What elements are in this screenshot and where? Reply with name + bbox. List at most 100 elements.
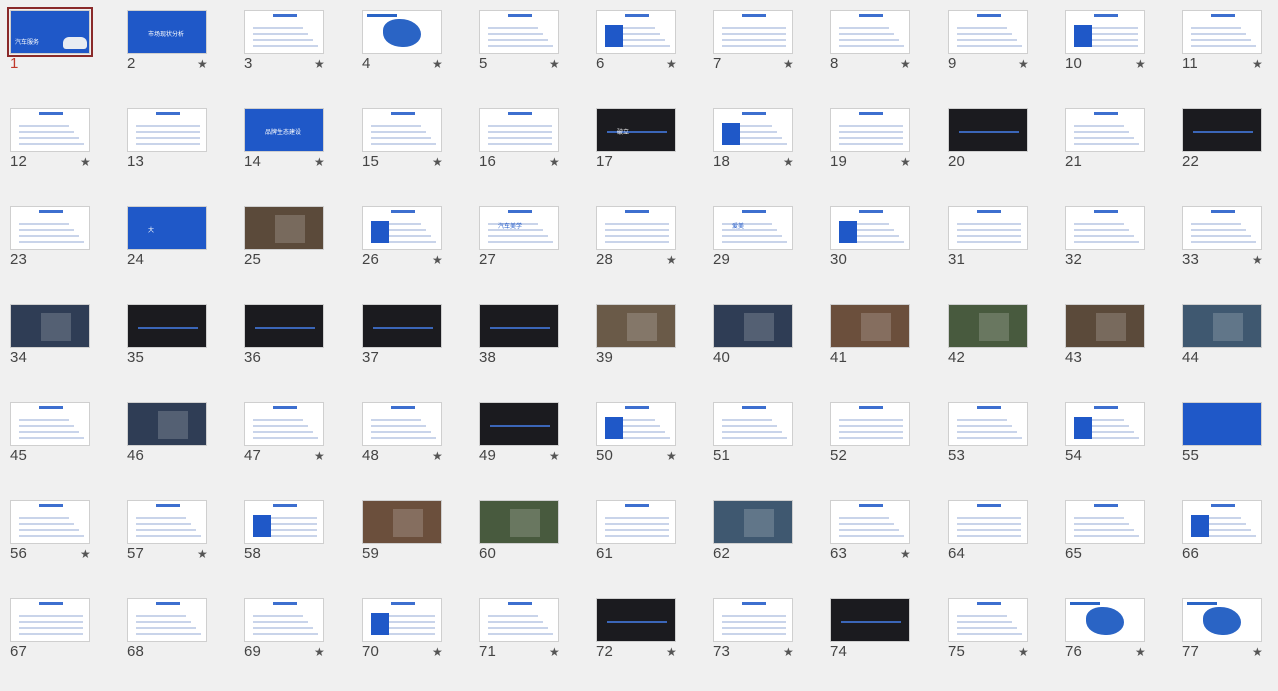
slide-preview[interactable]: [362, 304, 442, 348]
slide-thumbnail[interactable]: 48 ★: [352, 392, 469, 490]
slide-preview[interactable]: [1182, 598, 1262, 642]
slide-thumbnail[interactable]: 26 ★: [352, 196, 469, 294]
slide-preview[interactable]: [244, 598, 324, 642]
slide-thumbnail[interactable]: 51: [703, 392, 820, 490]
slide-thumbnail[interactable]: 56 ★: [0, 490, 117, 588]
slide-preview[interactable]: [1182, 108, 1262, 152]
slide-thumbnail[interactable]: 76 ★: [1055, 588, 1172, 686]
slide-preview[interactable]: [948, 304, 1028, 348]
slide-preview[interactable]: [244, 10, 324, 54]
slide-thumbnail[interactable]: 50 ★: [586, 392, 703, 490]
slide-thumbnail[interactable]: 41: [820, 294, 937, 392]
star-icon[interactable]: ★: [900, 58, 911, 70]
slide-preview[interactable]: [362, 402, 442, 446]
slide-preview[interactable]: [479, 108, 559, 152]
slide-preview[interactable]: 破立: [596, 108, 676, 152]
slide-thumbnail[interactable]: 32: [1055, 196, 1172, 294]
slide-thumbnail[interactable]: 汽车服务 1: [0, 0, 117, 98]
slide-preview[interactable]: 市场现状分析: [127, 10, 207, 54]
star-icon[interactable]: ★: [783, 646, 794, 658]
slide-preview[interactable]: [1065, 598, 1145, 642]
star-icon[interactable]: ★: [80, 156, 91, 168]
slide-thumbnail[interactable]: 73 ★: [703, 588, 820, 686]
slide-thumbnail[interactable]: 39: [586, 294, 703, 392]
slide-preview[interactable]: [948, 402, 1028, 446]
star-icon[interactable]: ★: [666, 58, 677, 70]
slide-thumbnail[interactable]: 60: [469, 490, 586, 588]
slide-thumbnail[interactable]: 16 ★: [469, 98, 586, 196]
slide-preview[interactable]: [596, 304, 676, 348]
slide-thumbnail[interactable]: 21: [1055, 98, 1172, 196]
star-icon[interactable]: ★: [1135, 58, 1146, 70]
slide-preview[interactable]: [948, 500, 1028, 544]
slide-preview[interactable]: [830, 10, 910, 54]
slide-thumbnail[interactable]: 59: [352, 490, 469, 588]
slide-preview[interactable]: [10, 206, 90, 250]
star-icon[interactable]: ★: [1018, 58, 1029, 70]
slide-preview[interactable]: [1065, 402, 1145, 446]
slide-thumbnail[interactable]: 19 ★: [820, 98, 937, 196]
star-icon[interactable]: ★: [549, 156, 560, 168]
slide-thumbnail[interactable]: 67: [0, 588, 117, 686]
slide-thumbnail[interactable]: 28 ★: [586, 196, 703, 294]
slide-preview[interactable]: [10, 402, 90, 446]
star-icon[interactable]: ★: [1252, 58, 1263, 70]
slide-thumbnail[interactable]: 7 ★: [703, 0, 820, 98]
star-icon[interactable]: ★: [432, 156, 443, 168]
slide-thumbnail[interactable]: 77 ★: [1172, 588, 1278, 686]
slide-preview[interactable]: [830, 108, 910, 152]
slide-preview[interactable]: [10, 500, 90, 544]
slide-preview[interactable]: [127, 304, 207, 348]
slide-thumbnail[interactable]: 大 24: [117, 196, 234, 294]
slide-preview[interactable]: [596, 10, 676, 54]
star-icon[interactable]: ★: [432, 254, 443, 266]
slide-preview[interactable]: [713, 108, 793, 152]
slide-thumbnail[interactable]: 37: [352, 294, 469, 392]
slide-thumbnail[interactable]: 15 ★: [352, 98, 469, 196]
slide-thumbnail[interactable]: 68: [117, 588, 234, 686]
slide-thumbnail[interactable]: 品牌生态建设 14 ★: [234, 98, 351, 196]
star-icon[interactable]: ★: [197, 548, 208, 560]
slide-thumbnail[interactable]: 6 ★: [586, 0, 703, 98]
slide-preview[interactable]: [830, 598, 910, 642]
slide-thumbnail[interactable]: 66: [1172, 490, 1278, 588]
slide-preview[interactable]: [948, 206, 1028, 250]
slide-preview[interactable]: [127, 108, 207, 152]
slide-thumbnail[interactable]: 8 ★: [820, 0, 937, 98]
star-icon[interactable]: ★: [783, 156, 794, 168]
star-icon[interactable]: ★: [666, 450, 677, 462]
slide-thumbnail[interactable]: 33 ★: [1172, 196, 1278, 294]
slide-preview[interactable]: [1065, 206, 1145, 250]
slide-preview[interactable]: [127, 598, 207, 642]
slide-preview[interactable]: [1182, 500, 1262, 544]
slide-thumbnail[interactable]: 49 ★: [469, 392, 586, 490]
star-icon[interactable]: ★: [314, 58, 325, 70]
slide-preview[interactable]: [362, 10, 442, 54]
star-icon[interactable]: ★: [314, 156, 325, 168]
slide-thumbnail[interactable]: 58: [234, 490, 351, 588]
slide-preview[interactable]: [244, 402, 324, 446]
slide-preview[interactable]: [10, 108, 90, 152]
slide-preview[interactable]: [362, 598, 442, 642]
slide-thumbnail[interactable]: 61: [586, 490, 703, 588]
slide-thumbnail[interactable]: 75 ★: [938, 588, 1055, 686]
slide-preview[interactable]: [1065, 304, 1145, 348]
star-icon[interactable]: ★: [549, 450, 560, 462]
slide-preview[interactable]: [362, 500, 442, 544]
star-icon[interactable]: ★: [1252, 254, 1263, 266]
slide-thumbnail[interactable]: 69 ★: [234, 588, 351, 686]
slide-preview[interactable]: [479, 402, 559, 446]
star-icon[interactable]: ★: [549, 646, 560, 658]
slide-preview[interactable]: [244, 304, 324, 348]
star-icon[interactable]: ★: [314, 450, 325, 462]
slide-thumbnail[interactable]: 18 ★: [703, 98, 820, 196]
slide-thumbnail[interactable]: 47 ★: [234, 392, 351, 490]
slide-thumbnail[interactable]: 5 ★: [469, 0, 586, 98]
slide-thumbnail[interactable]: 34: [0, 294, 117, 392]
slide-preview[interactable]: [596, 206, 676, 250]
slide-thumbnail[interactable]: 破立 17: [586, 98, 703, 196]
slide-thumbnail[interactable]: 11 ★: [1172, 0, 1278, 98]
slide-preview[interactable]: [830, 206, 910, 250]
slide-preview[interactable]: [1182, 402, 1262, 446]
slide-thumbnail[interactable]: 25: [234, 196, 351, 294]
